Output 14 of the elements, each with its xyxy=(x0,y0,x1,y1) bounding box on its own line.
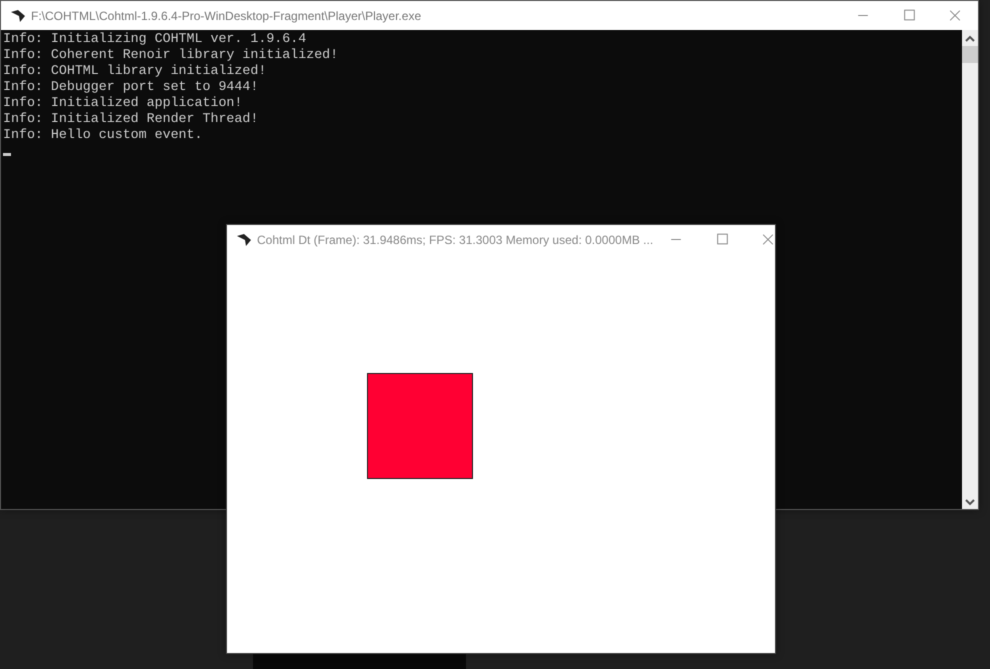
text-cursor xyxy=(3,153,11,156)
console-line: Info: COHTML library initialized! xyxy=(3,63,268,79)
console-line: Info: Initialized Render Thread! xyxy=(3,111,260,127)
window-title: Cohtml Dt (Frame): 31.9486ms; FPS: 31.3003 Memory used: 0.0000MB ... xyxy=(257,232,654,246)
app-icon xyxy=(11,10,25,22)
console-line: Info: Hello custom event. xyxy=(3,127,204,143)
app-icon xyxy=(237,234,251,246)
scrollbar[interactable] xyxy=(962,30,978,509)
console-line: Info: Coherent Renoir library initialized! xyxy=(3,47,340,63)
console-line: Info: Debugger port set to 9444! xyxy=(3,79,260,95)
console-line: Info: Initialized application! xyxy=(3,95,244,111)
console-line: Info: Initializing COHTML ver. 1.9.6.4 xyxy=(3,31,308,47)
window-title: F:\COHTML\Cohtml-1.9.6.4-Pro-WinDesktop-Fragment\Player\Player.exe xyxy=(31,8,422,22)
scroll-thumb[interactable] xyxy=(962,46,978,63)
